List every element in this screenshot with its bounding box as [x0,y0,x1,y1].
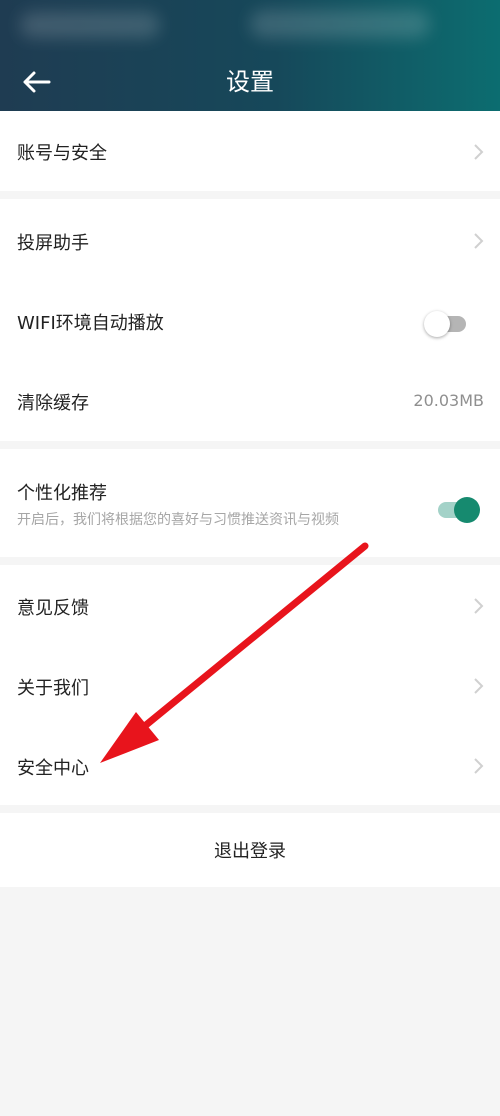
clear-cache-label: 清除缓存 [17,393,89,414]
chevron-right-icon [474,233,484,249]
logout-card: 退出登录 [0,813,500,887]
chevron-right-icon [474,758,484,774]
personalize-item: 个性化推荐 开启后，我们将根据您的喜好与习惯推送资讯与视频 [0,449,500,557]
account-security-item[interactable]: 账号与安全 [0,111,500,191]
chevron-right-icon [474,598,484,614]
security-center-item[interactable]: 安全中心 [0,725,500,805]
chevron-right-icon [474,144,484,160]
clear-cache-item[interactable]: 清除缓存 20.03MB [0,361,500,441]
security-center-label: 安全中心 [17,758,89,779]
app-header: 设置 [0,0,500,111]
personalize-label: 个性化推荐 [17,483,107,504]
playback-card: 投屏助手 WIFI环境自动播放 清除缓存 20.03MB [0,199,500,441]
feedback-item[interactable]: 意见反馈 [0,565,500,645]
account-card: 账号与安全 [0,111,500,191]
page-title: 设置 [226,68,274,96]
cast-assistant-item[interactable]: 投屏助手 [0,199,500,281]
feedback-label: 意见反馈 [17,598,89,619]
personalize-description: 开启后，我们将根据您的喜好与习惯推送资讯与视频 [17,512,339,528]
account-security-label: 账号与安全 [17,143,107,164]
about-us-item[interactable]: 关于我们 [0,645,500,725]
wifi-autoplay-label: WIFI环境自动播放 [17,313,164,334]
wifi-autoplay-toggle[interactable] [424,311,470,337]
info-card: 意见反馈 关于我们 安全中心 [0,565,500,805]
about-us-label: 关于我们 [17,678,89,699]
personalize-toggle[interactable] [434,497,480,523]
personalize-card: 个性化推荐 开启后，我们将根据您的喜好与习惯推送资讯与视频 [0,449,500,557]
wifi-autoplay-item: WIFI环境自动播放 [0,281,500,361]
cache-size-value: 20.03MB [413,391,484,410]
blurred-status-bar [0,0,500,50]
logout-button[interactable]: 退出登录 [0,837,500,863]
chevron-right-icon [474,678,484,694]
cast-assistant-label: 投屏助手 [17,233,89,254]
